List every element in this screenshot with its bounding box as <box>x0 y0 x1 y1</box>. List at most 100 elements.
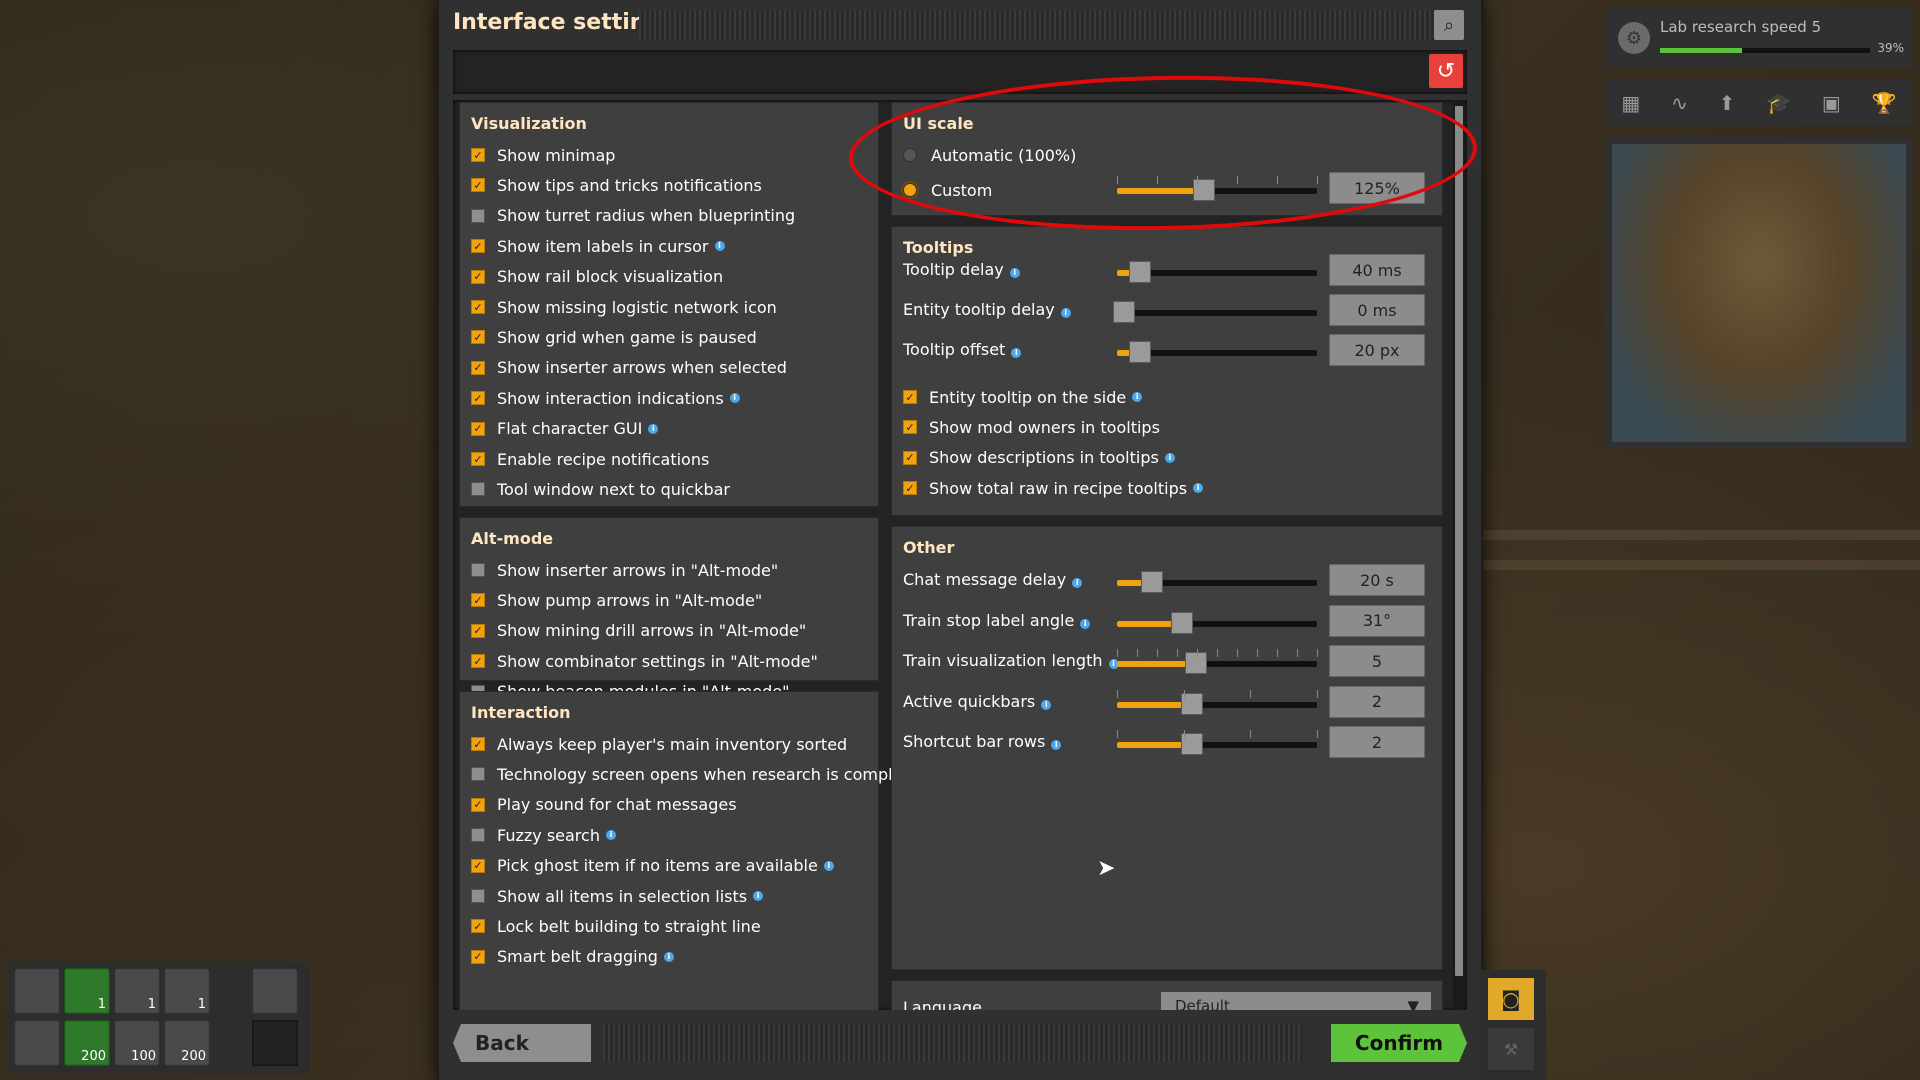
setting-value-field[interactable]: 31° <box>1329 604 1425 637</box>
checkbox-row[interactable]: ✓ Play sound for chat messages <box>471 790 737 820</box>
checkbox-row[interactable]: Tool window next to quickbar <box>471 474 730 504</box>
uiscale-automatic-option[interactable]: Automatic (100%) <box>903 140 1076 170</box>
checkbox-row[interactable]: ✓ Show rail block visualization <box>471 262 723 292</box>
checkbox[interactable]: ✓ <box>471 269 485 284</box>
checkbox-row[interactable]: ✓ Enable recipe notifications <box>471 444 709 474</box>
checkbox[interactable]: ✓ <box>471 178 485 193</box>
checkbox-row[interactable]: ✓ Flat character GUI i <box>471 414 659 444</box>
checkbox-row[interactable]: Technology screen opens when research is… <box>471 759 929 789</box>
setting-slider[interactable] <box>1117 730 1318 756</box>
checkbox[interactable] <box>471 208 485 223</box>
checkbox-row[interactable]: ✓ Show minimap <box>471 140 615 170</box>
checkbox[interactable]: ✓ <box>471 858 485 873</box>
checkbox[interactable]: ✓ <box>471 148 485 162</box>
radio-button[interactable] <box>903 183 917 197</box>
setting-value-field[interactable]: 40 ms <box>1329 254 1425 286</box>
setting-value-field[interactable]: 5 <box>1329 645 1425 678</box>
quickbar-slot[interactable]: 1 <box>164 968 210 1014</box>
setting-slider[interactable] <box>1117 611 1317 634</box>
checkbox[interactable]: ✓ <box>471 421 485 436</box>
slider-knob[interactable] <box>1185 652 1207 675</box>
checkbox[interactable]: ✓ <box>471 391 485 406</box>
checkbox-row[interactable]: Show turret radius when blueprinting <box>471 201 795 231</box>
checkbox[interactable]: ✓ <box>471 737 485 751</box>
map-icon[interactable]: ▦ <box>1621 91 1640 115</box>
quickbar-slot[interactable]: 100 <box>114 1020 160 1066</box>
logistics-icon[interactable]: ⬆ <box>1719 91 1736 115</box>
checkbox[interactable] <box>471 828 485 843</box>
checkbox-row[interactable]: Show inserter arrows in "Alt-mode" <box>471 555 778 585</box>
info-icon[interactable]: i <box>1051 740 1062 751</box>
info-icon[interactable]: i <box>1080 618 1091 629</box>
checkbox[interactable]: ✓ <box>471 360 485 375</box>
uiscale-slider[interactable] <box>1117 176 1318 201</box>
back-button[interactable]: Back <box>453 1024 591 1062</box>
checkbox[interactable]: ✓ <box>471 623 485 638</box>
checkbox-row[interactable]: ✓ Show item labels in cursor i <box>471 231 725 261</box>
setting-slider[interactable] <box>1117 261 1317 283</box>
info-icon[interactable]: i <box>1193 483 1204 494</box>
checkbox-row[interactable]: ✓ Show missing logistic network icon <box>471 292 777 322</box>
checkbox[interactable] <box>471 889 485 903</box>
slider-knob[interactable] <box>1171 611 1193 634</box>
checkbox[interactable]: ✓ <box>471 452 485 466</box>
info-icon[interactable]: i <box>823 860 834 871</box>
checkbox[interactable]: ✓ <box>471 919 485 934</box>
info-icon[interactable]: i <box>648 423 659 434</box>
setting-value-field[interactable]: 0 ms <box>1329 294 1425 326</box>
info-icon[interactable]: i <box>1060 308 1071 318</box>
checkbox-row[interactable]: ✓ Show mod owners in tooltips <box>903 412 1160 442</box>
quickbar-slot[interactable] <box>252 968 298 1014</box>
confirm-button[interactable]: Confirm <box>1331 1024 1467 1062</box>
checkbox[interactable]: ✓ <box>471 949 485 964</box>
minimap[interactable] <box>1606 138 1912 448</box>
info-icon[interactable]: i <box>1164 452 1175 463</box>
checkbox[interactable]: ✓ <box>903 390 917 404</box>
achievements-icon[interactable]: 🏆 <box>1872 91 1897 115</box>
reset-icon[interactable]: ↺ <box>1429 54 1463 88</box>
info-icon[interactable]: i <box>753 891 764 901</box>
checkbox-row[interactable]: ✓ Show tips and tricks notifications <box>471 170 762 200</box>
setting-value-field[interactable]: 2 <box>1329 726 1425 759</box>
quickbar-slot[interactable]: 200 <box>64 1020 110 1066</box>
checkbox[interactable]: ✓ <box>471 239 485 254</box>
checkbox-row[interactable]: ✓ Show descriptions in tooltips i <box>903 443 1175 473</box>
info-icon[interactable]: i <box>1132 392 1143 402</box>
checkbox[interactable]: ✓ <box>471 593 485 608</box>
setting-value-field[interactable]: 2 <box>1329 685 1425 718</box>
checkbox[interactable] <box>471 482 485 497</box>
quickbar-slot[interactable] <box>14 968 60 1014</box>
language-dropdown[interactable]: Default ▼ <box>1161 992 1431 1010</box>
setting-slider[interactable] <box>1117 649 1318 675</box>
checkbox-row[interactable]: ✓ Pick ghost item if no items are availab… <box>471 851 834 881</box>
setting-slider[interactable] <box>1117 689 1318 715</box>
checkbox[interactable]: ✓ <box>903 420 917 435</box>
checkbox[interactable]: ✓ <box>471 300 485 314</box>
checkbox-row[interactable]: ✓ Show inserter arrows when selected <box>471 353 787 383</box>
uiscale-custom-option[interactable]: Custom <box>903 175 992 205</box>
slider-knob[interactable] <box>1129 261 1151 283</box>
slider-knob[interactable] <box>1141 571 1163 593</box>
checkbox-row[interactable]: ✓ Smart belt dragging i <box>471 942 674 972</box>
checkbox-row[interactable]: ✓ Entity tooltip on the side i <box>903 382 1143 412</box>
checkbox[interactable]: ✓ <box>471 654 485 669</box>
checkbox-row[interactable]: ✓ Show combinator settings in "Alt-mode" <box>471 646 818 676</box>
minimap-view[interactable] <box>1612 144 1906 442</box>
slider-knob[interactable] <box>1113 301 1135 323</box>
quickbar-slot[interactable]: 1 <box>114 968 160 1014</box>
checkbox-row[interactable]: ✓ Always keep player's main inventory sor… <box>471 729 847 759</box>
info-icon[interactable]: i <box>1009 268 1020 278</box>
info-icon[interactable]: i <box>663 951 674 962</box>
checkbox[interactable]: ✓ <box>903 481 917 496</box>
info-icon[interactable]: i <box>605 830 616 841</box>
checkbox-row[interactable]: ✓ Show pump arrows in "Alt-mode" <box>471 585 762 615</box>
setting-slider[interactable] <box>1113 301 1317 323</box>
quickbar-slot[interactable] <box>252 1020 298 1066</box>
checkbox-row[interactable]: ✓ Show interaction indications i <box>471 383 740 413</box>
info-icon[interactable]: i <box>714 241 725 252</box>
checkbox-row[interactable]: Show all items in selection lists i <box>471 881 764 911</box>
setting-slider[interactable] <box>1117 571 1317 593</box>
checkbox-row[interactable]: ✓ Show grid when game is paused <box>471 322 757 352</box>
info-icon[interactable]: i <box>729 393 740 404</box>
train-icon[interactable]: ▣ <box>1822 91 1841 115</box>
